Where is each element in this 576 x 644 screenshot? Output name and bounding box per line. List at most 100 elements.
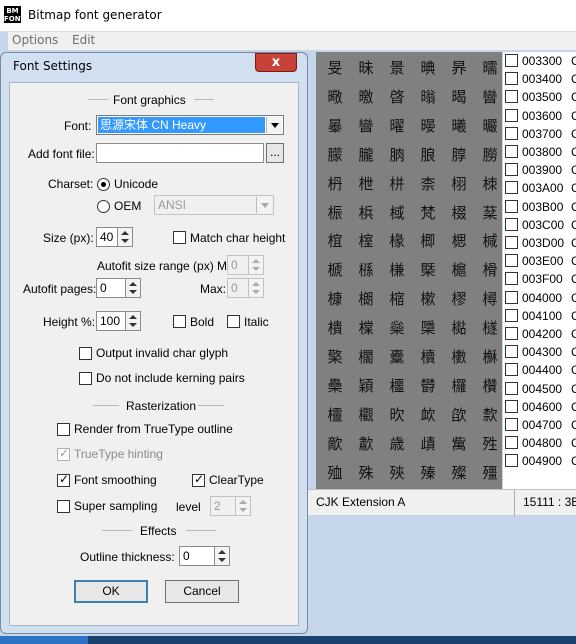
ok-button[interactable]: OK: [74, 580, 148, 603]
glyph-cell[interactable]: 棫: [382, 200, 412, 226]
block-row[interactable]: 003500 C: [503, 88, 576, 106]
block-checkbox[interactable]: [505, 454, 518, 468]
glyph-cell[interactable]: 櫯: [475, 344, 502, 370]
glyph-cell[interactable]: 欰: [413, 402, 443, 428]
glyph-cell[interactable]: 歵: [413, 431, 443, 457]
glyph-cell[interactable]: 朒: [382, 142, 412, 168]
glyph-cell[interactable]: 殈: [320, 460, 350, 486]
glyph-cell[interactable]: 暥: [413, 113, 443, 139]
block-checkbox[interactable]: [505, 272, 518, 286]
menu-options[interactable]: Options: [12, 33, 58, 47]
truetype-hinting-checkbox[interactable]: ✓: [57, 446, 70, 461]
glyph-cell[interactable]: 殊: [351, 460, 381, 486]
glyph-cell[interactable]: 楖: [413, 228, 443, 254]
glyph-cell[interactable]: 欟: [351, 402, 381, 428]
bold-checkbox[interactable]: [173, 315, 186, 328]
max-spinner[interactable]: [249, 278, 264, 298]
glyph-cell[interactable]: 歳: [382, 431, 412, 457]
oem-select[interactable]: ANSI: [154, 195, 274, 215]
block-checkbox[interactable]: [505, 72, 518, 86]
block-row[interactable]: 004500 C: [503, 380, 576, 398]
glyph-cell[interactable]: 栩: [444, 171, 474, 197]
glyph-cell[interactable]: 昧: [351, 55, 381, 81]
block-checkbox[interactable]: [505, 308, 518, 322]
max-field[interactable]: 0: [227, 278, 249, 298]
block-row[interactable]: 004800 C: [503, 434, 576, 452]
glyph-cell[interactable]: 槺: [320, 286, 350, 312]
size-spinner[interactable]: [118, 227, 133, 247]
block-checkbox[interactable]: [505, 327, 518, 340]
glyph-cell[interactable]: 曘: [475, 55, 502, 81]
glyph-cell[interactable]: 欑: [475, 373, 502, 399]
block-row[interactable]: 003800 C: [503, 143, 576, 161]
level-field[interactable]: 2: [210, 496, 236, 516]
no-kerning-checkbox[interactable]: [79, 372, 92, 385]
block-checkbox[interactable]: [505, 236, 518, 249]
glyph-cell[interactable]: 歗: [351, 431, 381, 457]
add-font-field[interactable]: [96, 143, 264, 163]
glyph-cell[interactable]: 朥: [475, 142, 502, 168]
block-row[interactable]: 004000 C: [503, 289, 576, 307]
glyph-cell[interactable]: 歒: [320, 431, 350, 457]
block-row[interactable]: 004700 C: [503, 416, 576, 434]
block-checkbox[interactable]: [505, 436, 518, 450]
glyph-cell[interactable]: 曦: [444, 113, 474, 139]
glyph-cell[interactable]: 欞: [320, 402, 350, 428]
chevron-down-icon[interactable]: [266, 117, 282, 133]
match-height-checkbox[interactable]: [173, 231, 186, 244]
glyph-cell[interactable]: 樻: [320, 315, 350, 341]
block-checkbox[interactable]: [505, 418, 518, 431]
block-row[interactable]: 003400 C: [503, 70, 576, 88]
block-checkbox[interactable]: [505, 90, 518, 104]
autofit-min-field[interactable]: 0: [227, 255, 249, 275]
glyph-cell[interactable]: 槏: [382, 257, 412, 283]
glyph-cell[interactable]: 檖: [475, 315, 502, 341]
glyph-cell[interactable]: 曫: [351, 113, 381, 139]
glyph-cell[interactable]: 櫝: [413, 344, 443, 370]
glyph-cell[interactable]: 曜: [382, 113, 412, 139]
height-percent-field[interactable]: 100: [96, 311, 126, 331]
glyph-cell[interactable]: 樛: [444, 286, 474, 312]
glyph-cell[interactable]: 櫢: [444, 344, 474, 370]
glyph-cell[interactable]: 朜: [444, 142, 474, 168]
block-checkbox[interactable]: [505, 145, 518, 158]
render-truetype-checkbox[interactable]: [57, 423, 70, 436]
glyph-cell[interactable]: 椬: [320, 228, 350, 254]
block-row[interactable]: 004200 C: [503, 325, 576, 343]
glyph-cell[interactable]: 樳: [475, 286, 502, 312]
unicode-block-list[interactable]: 003300 C 003400 C 003500 C 003600 C 003700 C 00380…: [503, 52, 576, 489]
block-row[interactable]: 003D00 C: [503, 234, 576, 252]
glyph-cell[interactable]: 櫜: [382, 344, 412, 370]
glyph-cell[interactable]: 槂: [351, 257, 381, 283]
italic-checkbox[interactable]: [227, 315, 240, 328]
block-row[interactable]: 003B00 C: [503, 198, 576, 216]
glyph-cell[interactable]: 曫: [475, 84, 502, 110]
block-checkbox[interactable]: [505, 254, 518, 268]
glyph-cell[interactable]: 晵: [382, 84, 412, 110]
glyph-cell[interactable]: 朦: [320, 142, 350, 168]
glyph-cell[interactable]: 榁: [351, 228, 381, 254]
browse-button[interactable]: ...: [266, 143, 284, 163]
glyph-cell[interactable]: 橤: [382, 315, 412, 341]
character-grid[interactable]: 旻昧景晪昦曘曔曒晵暡暍曫曓曫曜暥曦曮朦朧朒朖朜朥枬枻栟柰栩栜桭梹棫梵棳棻椬榁椽楖…: [316, 52, 502, 489]
glyph-cell[interactable]: 欿: [444, 402, 474, 428]
outline-field[interactable]: 0: [179, 546, 215, 566]
block-row[interactable]: 004400 C: [503, 361, 576, 379]
glyph-cell[interactable]: 曔: [320, 84, 350, 110]
glyph-cell[interactable]: 樎: [382, 286, 412, 312]
glyph-cell[interactable]: 曓: [320, 113, 350, 139]
block-checkbox[interactable]: [505, 126, 518, 140]
menu-edit[interactable]: Edit: [72, 33, 95, 47]
glyph-cell[interactable]: 殭: [475, 460, 502, 486]
block-checkbox[interactable]: [505, 399, 518, 413]
glyph-cell[interactable]: 樃: [351, 286, 381, 312]
glyph-cell[interactable]: 楒: [444, 228, 474, 254]
close-button[interactable]: x: [255, 53, 297, 72]
block-checkbox[interactable]: [505, 163, 518, 177]
glyph-cell[interactable]: 榹: [320, 257, 350, 283]
super-sampling-checkbox[interactable]: [57, 500, 70, 513]
glyph-cell[interactable]: 椷: [475, 228, 502, 254]
glyph-cell[interactable]: 殝: [413, 460, 443, 486]
cancel-button[interactable]: Cancel: [165, 580, 239, 603]
block-checkbox[interactable]: [505, 345, 518, 359]
